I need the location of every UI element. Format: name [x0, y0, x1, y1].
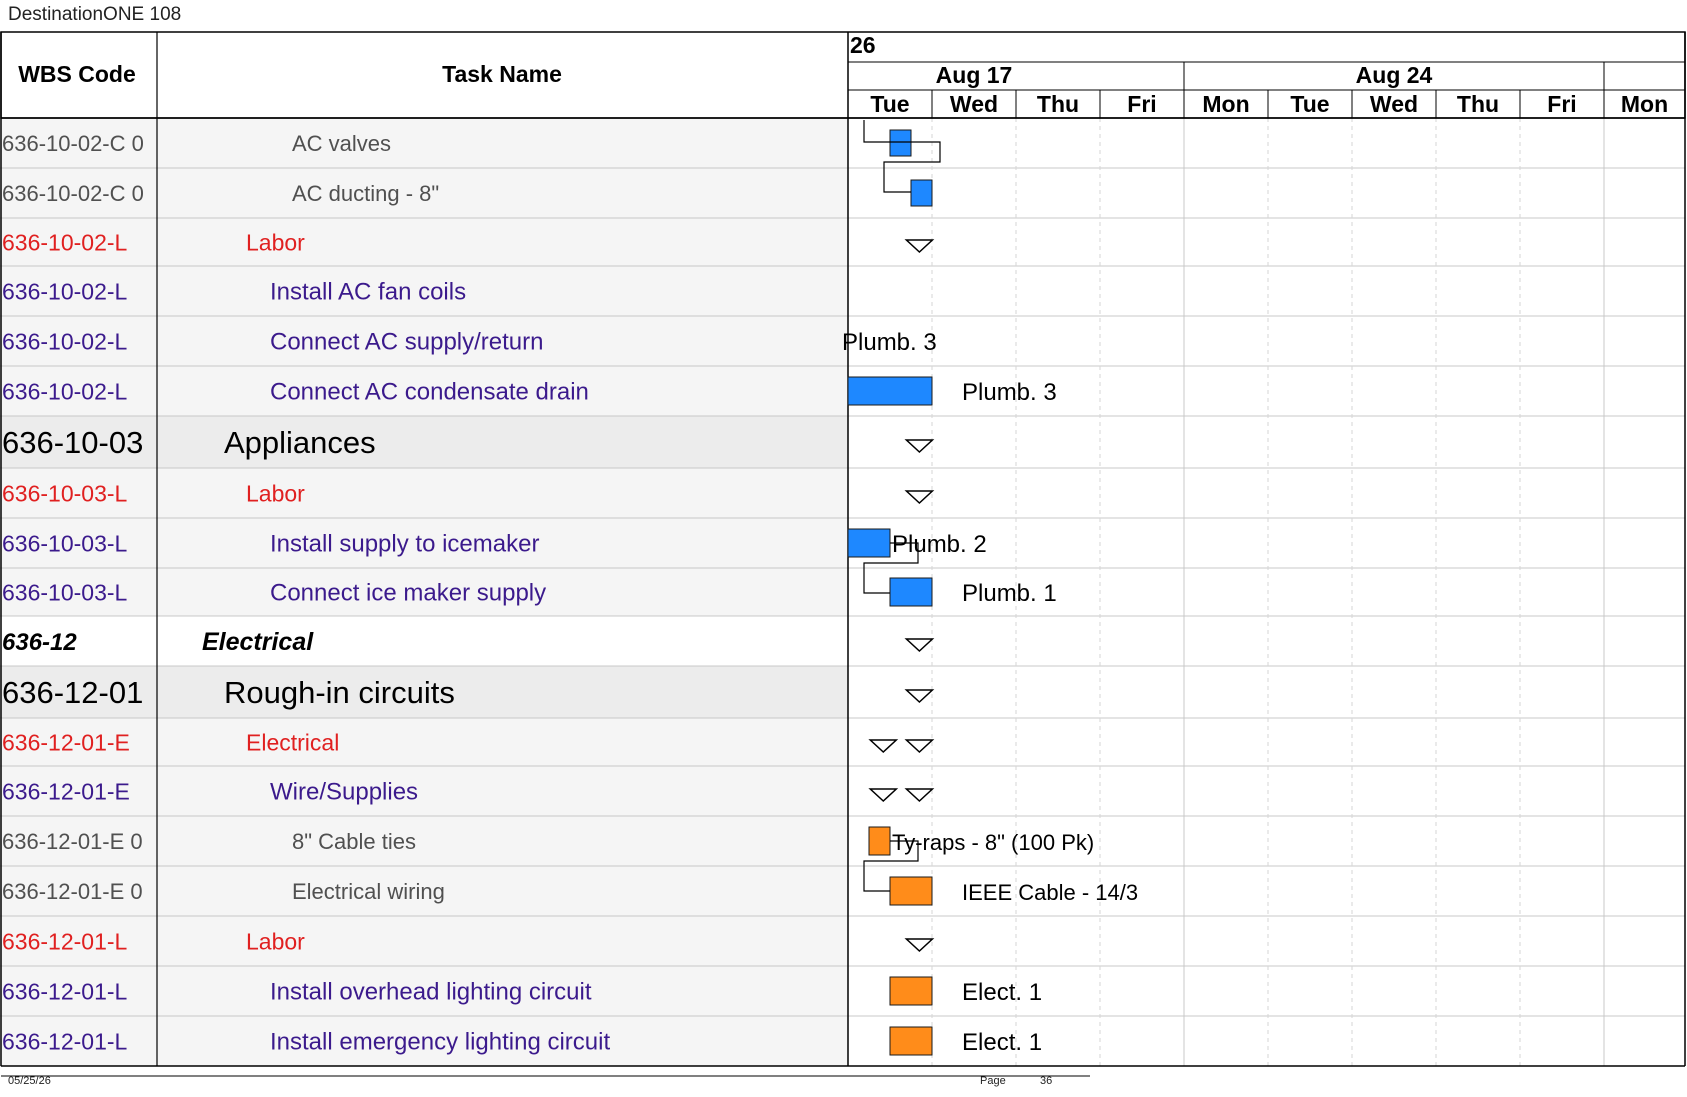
bar-resource-label: Plumb. 1 [962, 580, 1057, 607]
footer-date: 05/25/26 [8, 1075, 51, 1087]
task-name-cell: Install supply to icemaker [270, 531, 539, 558]
day-label: Mon [1621, 91, 1668, 117]
bar-resource-label: IEEE Cable - 14/3 [962, 880, 1138, 905]
task-bar [868, 826, 891, 856]
task-name-cell: Install overhead lighting circuit [270, 979, 592, 1006]
task-bar [889, 976, 933, 1006]
day-label: Tue [870, 91, 909, 117]
task-column-header: Task Name [442, 61, 562, 87]
wbs-code-cell: 636-12-01-E 0 [2, 829, 143, 854]
summary-marker-icon [904, 689, 935, 704]
wbs-code-cell: 636-12-01 [2, 675, 143, 710]
task-name-cell: 8" Cable ties [292, 829, 416, 854]
wbs-code-cell: 636-12-01-E [2, 779, 130, 805]
summary-marker-icon [904, 490, 935, 505]
year-label: 26 [850, 32, 876, 58]
wbs-code-cell: 636-12-01-L [2, 1029, 128, 1055]
task-bar [889, 876, 933, 906]
task-name-cell: Appliances [224, 425, 376, 460]
week-label: Aug 24 [1356, 62, 1433, 88]
footer-page-number: 36 [1040, 1075, 1053, 1087]
day-label: Wed [950, 91, 998, 117]
wbs-code-cell: 636-10-02-L [2, 379, 128, 405]
summary-marker-icon [904, 739, 935, 754]
task-bar [889, 1026, 933, 1056]
wbs-column-header: WBS Code [18, 61, 136, 87]
task-name-cell: Install AC fan coils [270, 279, 466, 306]
header-frame [0, 31, 1686, 119]
task-name-cell: Connect ice maker supply [270, 580, 546, 607]
task-name-cell: Electrical [202, 628, 314, 656]
wbs-code-cell: 636-10-03-L [2, 531, 128, 557]
task-name-cell: Electrical [246, 729, 339, 755]
summary-marker-icon [904, 439, 935, 454]
day-label: Thu [1037, 91, 1079, 117]
bar-resource-label: Plumb. 3 [962, 379, 1057, 406]
wbs-code-cell: 636-10-02-C 0 [2, 131, 144, 156]
bar-resource-label: Plumb. 2 [892, 531, 987, 558]
week-label: Aug 17 [936, 62, 1013, 88]
summary-marker-icon [868, 788, 899, 803]
wbs-code-cell: 636-12-01-L [2, 928, 128, 954]
gantt-sheet: WBS Code Task Name 26 Aug 17 Aug 24 Tue Wed Thu… [0, 31, 1686, 1077]
task-name-cell: Install emergency lighting circuit [270, 1029, 610, 1056]
summary-marker-icon [904, 938, 935, 953]
task-name-cell: AC ducting - 8" [292, 181, 439, 206]
task-bar [910, 179, 933, 207]
day-label: Thu [1457, 91, 1499, 117]
day-label: Fri [1127, 91, 1156, 117]
wbs-code-cell: 636-12 [2, 629, 77, 656]
wbs-code-cell: 636-12-01-E 0 [2, 879, 143, 904]
wbs-code-cell: 636-10-02-C 0 [2, 181, 144, 206]
wbs-code-cell: 636-12-01-E [2, 729, 130, 755]
bar-resource-label: Elect. 1 [962, 1029, 1042, 1056]
task-name-cell: Labor [246, 928, 305, 954]
task-name-cell: Wire/Supplies [270, 779, 418, 806]
task-name-cell: Rough-in circuits [224, 675, 455, 710]
summary-marker-icon [904, 788, 935, 803]
wbs-code-cell: 636-10-02-L [2, 329, 128, 355]
task-name-cell: Electrical wiring [292, 879, 445, 904]
summary-marker-icon [868, 739, 899, 754]
task-bar [847, 376, 933, 406]
day-label: Mon [1202, 91, 1249, 117]
wbs-code-cell: 636-10-03 [2, 425, 143, 460]
task-bar [889, 129, 912, 157]
bar-resource-label: Ty-raps - 8" (100 Pk) [892, 830, 1094, 855]
wbs-code-cell: 636-10-02-L [2, 279, 128, 305]
summary-marker-icon [904, 638, 935, 653]
wbs-code-cell: 636-10-03-L [2, 580, 128, 606]
wbs-code-cell: 636-10-02-L [2, 229, 128, 255]
wbs-code-cell: 636-12-01-L [2, 979, 128, 1005]
task-name-cell: Connect AC condensate drain [270, 379, 589, 406]
task-name-cell: Connect AC supply/return [270, 329, 543, 356]
day-label: Tue [1290, 91, 1329, 117]
bar-resource-label: Elect. 1 [962, 979, 1042, 1006]
bar-resource-label: Plumb. 3 [842, 329, 937, 356]
task-name-cell: AC valves [292, 131, 391, 156]
task-name-cell: Labor [246, 480, 305, 506]
task-bar [889, 577, 933, 607]
day-label: Wed [1370, 91, 1418, 117]
day-label: Fri [1547, 91, 1576, 117]
task-name-cell: Labor [246, 229, 305, 255]
summary-marker-icon [904, 239, 935, 254]
row-background [0, 616, 848, 666]
footer-page-label: Page [980, 1075, 1006, 1087]
wbs-code-cell: 636-10-03-L [2, 480, 128, 506]
task-bar [847, 528, 891, 558]
